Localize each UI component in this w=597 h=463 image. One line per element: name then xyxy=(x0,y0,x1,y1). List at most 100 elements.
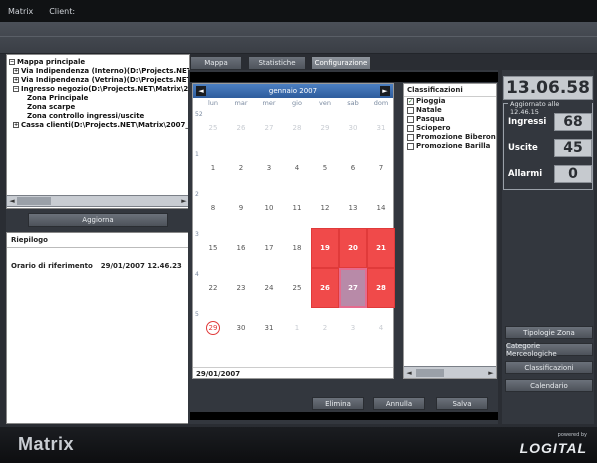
calendar-day[interactable]: 29 xyxy=(311,108,339,148)
calendar-day[interactable]: 11 xyxy=(283,188,311,228)
calendar-day[interactable]: 3 xyxy=(339,308,367,348)
calendar-day[interactable]: 21 xyxy=(367,228,395,268)
scroll-thumb[interactable] xyxy=(17,197,51,205)
tree-item[interactable]: + Via Indipendenza (Interno)(D:\Projects.… xyxy=(9,67,189,76)
classification-label: Promozione Barilla xyxy=(416,142,491,150)
calendar-day[interactable]: 27 xyxy=(339,268,367,308)
tree-item[interactable]: Zona Principale xyxy=(9,94,187,103)
update-button[interactable]: Aggiorna xyxy=(28,213,168,227)
scroll-thumb[interactable] xyxy=(416,369,444,377)
classifications-button[interactable]: Classificazioni xyxy=(505,361,593,374)
calendar-day[interactable]: 19 xyxy=(311,228,339,268)
calendar-day[interactable]: 14 xyxy=(367,188,395,228)
classification-item[interactable]: Natale xyxy=(404,106,496,115)
calendar-day[interactable]: 23 xyxy=(227,268,255,308)
reference-time-row: Orario di riferimento 29/01/2007 12.46.2… xyxy=(7,248,189,270)
checkbox[interactable] xyxy=(407,116,414,123)
scroll-left-icon[interactable]: ◄ xyxy=(404,367,414,379)
checkbox[interactable] xyxy=(407,107,414,114)
calendar-day[interactable]: 25 xyxy=(283,268,311,308)
collapse-icon[interactable]: − xyxy=(9,59,15,65)
classification-item[interactable]: Sciopero xyxy=(404,124,496,133)
categories-button[interactable]: Categorie Merceologiche xyxy=(505,342,593,358)
calendar-day[interactable]: 28 xyxy=(367,268,395,308)
weekday-header: ven xyxy=(319,99,331,107)
collapse-icon[interactable]: − xyxy=(13,86,19,92)
calendar-day[interactable]: 26 xyxy=(227,108,255,148)
calendar-day[interactable]: 8 xyxy=(199,188,227,228)
checkbox[interactable] xyxy=(407,125,414,132)
weekday-header: dom xyxy=(373,99,389,107)
calendar-button[interactable]: Calendario xyxy=(505,379,593,392)
checkbox[interactable] xyxy=(407,143,414,150)
clock-display: 13.06.58 xyxy=(503,76,593,100)
tab-mappa[interactable]: Mappa xyxy=(190,56,242,70)
checkbox[interactable] xyxy=(407,134,414,141)
classification-item[interactable]: Pasqua xyxy=(404,115,496,124)
scroll-right-icon[interactable]: ► xyxy=(486,367,496,379)
calendar-day[interactable]: 31 xyxy=(255,308,283,348)
calendar-day[interactable]: 26 xyxy=(311,268,339,308)
expand-icon[interactable]: + xyxy=(13,68,19,74)
calendar-day[interactable]: 30 xyxy=(339,108,367,148)
footer-bar xyxy=(0,427,597,463)
expand-icon[interactable]: + xyxy=(13,122,19,128)
calendar-day[interactable]: 25 xyxy=(199,108,227,148)
summary-panel: Riepilogo Orario di riferimento 29/01/20… xyxy=(6,232,190,424)
ingressi-value: 68 xyxy=(554,113,592,131)
calendar-day[interactable]: 10 xyxy=(255,188,283,228)
scroll-left-icon[interactable]: ◄ xyxy=(7,196,17,206)
calendar-day[interactable]: 12 xyxy=(311,188,339,228)
calendar-day[interactable]: 2 xyxy=(227,148,255,188)
tab-statistiche[interactable]: Statistiche xyxy=(248,56,306,70)
classification-label: Pioggia xyxy=(416,97,446,105)
calendar-day[interactable]: 17 xyxy=(255,228,283,268)
today-circle: 29 xyxy=(206,321,220,335)
calendar-day[interactable]: 16 xyxy=(227,228,255,268)
classifications-scrollbar[interactable]: ◄ ► xyxy=(404,366,496,378)
calendar-day[interactable]: 29 xyxy=(199,308,227,348)
calendar-day[interactable]: 27 xyxy=(255,108,283,148)
calendar-day[interactable]: 28 xyxy=(283,108,311,148)
calendar-day[interactable]: 1 xyxy=(283,308,311,348)
classification-item[interactable]: Promozione Biberon xyxy=(404,133,496,142)
cancel-button[interactable]: Annulla xyxy=(373,397,425,410)
tree-item[interactable]: Zona scarpe xyxy=(9,103,187,112)
tree-item[interactable]: + Via Indipendenza (Vetrina)(D:\Projects.… xyxy=(9,76,189,85)
calendar[interactable]: gennaio 2007 ◄ ► lun mar mer gio ven sab dom 52… xyxy=(192,83,395,379)
calendar-day[interactable]: 15 xyxy=(199,228,227,268)
delete-button[interactable]: Elimina xyxy=(312,397,364,410)
calendar-day[interactable]: 4 xyxy=(283,148,311,188)
expand-icon[interactable]: + xyxy=(13,77,19,83)
tree-item[interactable]: − Ingresso negozio(D:\Projects.NET\Matrix… xyxy=(9,85,189,94)
next-month-icon[interactable]: ► xyxy=(380,86,390,96)
calendar-day[interactable]: 24 xyxy=(255,268,283,308)
calendar-day[interactable]: 5 xyxy=(311,148,339,188)
calendar-day[interactable]: 13 xyxy=(339,188,367,228)
checkbox[interactable]: ✓ xyxy=(407,98,414,105)
tree-item[interactable]: − Mappa principale xyxy=(9,58,187,67)
classification-item[interactable]: Promozione Barilla xyxy=(404,142,496,151)
calendar-day[interactable]: 31 xyxy=(367,108,395,148)
tree-item[interactable]: Zona controllo ingressi/uscite xyxy=(9,112,187,121)
calendar-day[interactable]: 18 xyxy=(283,228,311,268)
classification-item[interactable]: ✓ Pioggia xyxy=(404,97,496,106)
tree-item[interactable]: + Cassa clienti(D:\Projects.NET\Matrix\20… xyxy=(9,121,189,130)
tree-horizontal-scrollbar[interactable]: ◄ ► xyxy=(6,195,190,207)
tab-configurazione[interactable]: Configurazione xyxy=(311,56,371,70)
map-tree[interactable]: − Mappa principale + Via Indipendenza (Int… xyxy=(6,54,190,209)
calendar-day[interactable]: 4 xyxy=(367,308,395,348)
calendar-day[interactable]: 9 xyxy=(227,188,255,228)
calendar-day[interactable]: 3 xyxy=(255,148,283,188)
zone-types-button[interactable]: Tipologie Zona xyxy=(505,326,593,339)
calendar-day[interactable]: 6 xyxy=(339,148,367,188)
calendar-day[interactable]: 1 xyxy=(199,148,227,188)
tree-item-label: Zona scarpe xyxy=(27,103,76,111)
calendar-day[interactable]: 22 xyxy=(199,268,227,308)
prev-month-icon[interactable]: ◄ xyxy=(196,86,206,96)
calendar-day[interactable]: 7 xyxy=(367,148,395,188)
save-button[interactable]: Salva xyxy=(436,397,488,410)
calendar-day[interactable]: 2 xyxy=(311,308,339,348)
calendar-day[interactable]: 20 xyxy=(339,228,367,268)
calendar-day[interactable]: 30 xyxy=(227,308,255,348)
